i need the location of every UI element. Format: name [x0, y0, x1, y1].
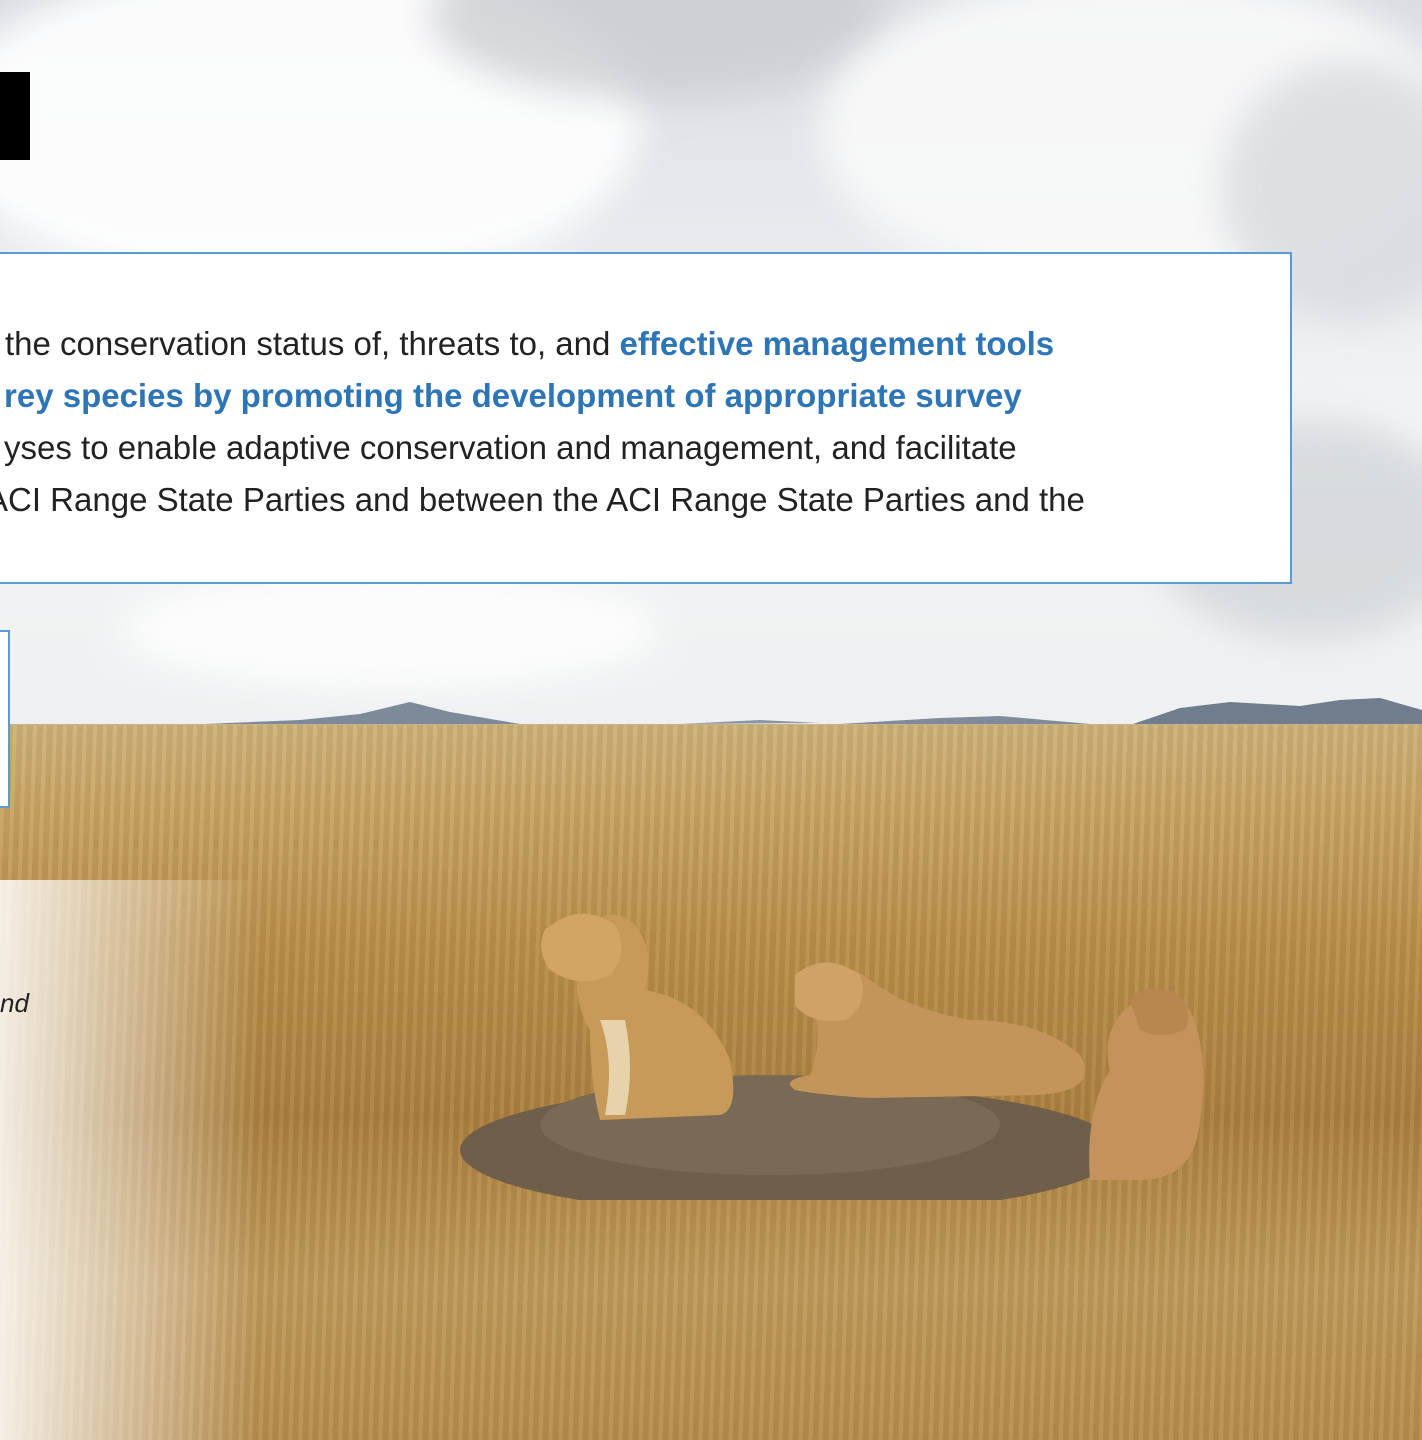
slide-title-fragment	[0, 72, 30, 160]
objective-emphasis: effective management tools	[619, 325, 1055, 362]
image-fade	[0, 880, 260, 1440]
objective-line-1: the conservation status of, threats to, …	[5, 324, 1054, 364]
cloud	[120, 570, 660, 690]
objective-line-3: yses to enable adaptive conservation and…	[4, 429, 1017, 466]
objective-line-2: rey species by promoting the development…	[4, 377, 1022, 414]
objective-text: the conservation status of, threats to, …	[5, 325, 620, 362]
objective-text-box: the conservation status of, threats to, …	[0, 252, 1292, 584]
slide: the conservation status of, threats to, …	[0, 0, 1422, 1440]
lions-image	[460, 913, 1204, 1200]
objective-line-4: ACI Range State Parties and between the …	[0, 481, 1085, 518]
secondary-text-box	[0, 630, 10, 808]
side-text-fragment: nd	[0, 988, 29, 1018]
